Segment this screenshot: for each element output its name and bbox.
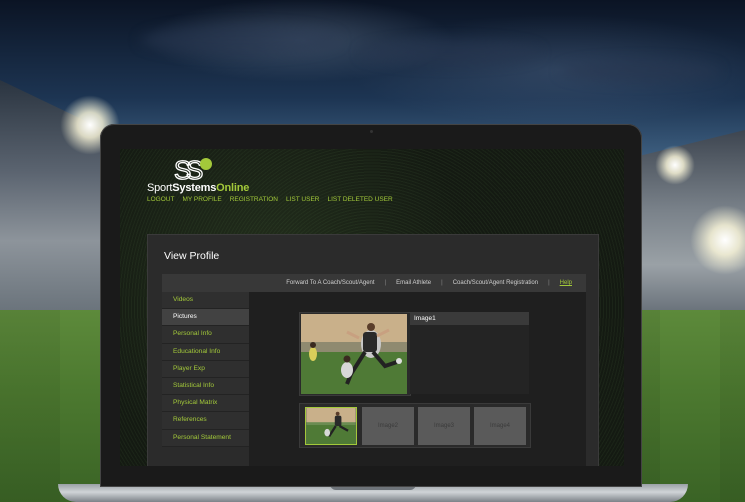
top-navigation: LOGOUT MY PROFILE REGISTRATION LIST USER… [147, 196, 393, 203]
sidebar-item-player-exp[interactable]: Player Exp [162, 360, 249, 378]
nav-list-deleted-user[interactable]: LIST DELETED USER [327, 196, 392, 203]
sidebar-item-pictures[interactable]: Pictures [162, 309, 249, 327]
cloud [560, 60, 720, 82]
toolbar-separator: | [384, 280, 387, 286]
logo-icon: S S [174, 155, 212, 183]
soccer-thumbnail [306, 408, 356, 444]
nav-list-user[interactable]: LIST USER [286, 196, 319, 203]
brand-name-part3: Online [216, 182, 250, 194]
brand-name-part2: Systems [172, 182, 217, 194]
toolbar-separator: | [441, 280, 443, 286]
thumbnail-strip: Image2 Image3 Image4 [299, 403, 531, 448]
svg-text:S: S [186, 155, 203, 183]
main-photo-frame [299, 312, 411, 396]
nav-registration[interactable]: REGISTRATION [230, 196, 278, 203]
sidebar-item-statistical-info[interactable]: Statistical Info [162, 377, 249, 396]
image-caption: Image1 [410, 312, 529, 325]
coach-registration-link[interactable]: Coach/Scout/Agent Registration [453, 280, 538, 286]
pictures-content: Image1 Image2 Image3 Image4 [249, 292, 586, 466]
camera-icon [370, 130, 373, 133]
profile-sidebar: Videos Pictures Personal Info Educationa… [162, 292, 249, 466]
nav-my-profile[interactable]: MY PROFILE [182, 196, 221, 203]
thumbnail-image1[interactable] [305, 407, 357, 445]
cloud [140, 25, 340, 55]
nav-logout[interactable]: LOGOUT [147, 196, 174, 203]
profile-toolbar: Forward To A Coach/Scout/Agent | Email A… [162, 274, 586, 292]
sidebar-item-physical-matrix[interactable]: Physical Matrix [162, 395, 249, 413]
forward-to-coach-link[interactable]: Forward To A Coach/Scout/Agent [286, 280, 374, 286]
soccer-photo[interactable] [301, 314, 407, 394]
help-link[interactable]: Help [560, 280, 572, 286]
view-profile-panel: View Profile Forward To A Coach/Scout/Ag… [148, 235, 598, 466]
sidebar-item-personal-info[interactable]: Personal Info [162, 326, 249, 344]
image-caption-area [410, 325, 529, 394]
brand-name-part1: Sport [147, 182, 173, 194]
sidebar-item-personal-statement[interactable]: Personal Statement [162, 429, 249, 447]
thumbnail-image2[interactable]: Image2 [362, 407, 414, 445]
thumbnail-image3[interactable]: Image3 [418, 407, 470, 445]
thumbnail-image4[interactable]: Image4 [474, 407, 526, 445]
toolbar-separator: | [548, 280, 550, 286]
email-athlete-link[interactable]: Email Athlete [396, 280, 431, 286]
floodlight [655, 145, 695, 185]
page-title: View Profile [164, 250, 220, 262]
brand-name: SportSystemsOnline [147, 182, 249, 194]
cloud [360, 40, 540, 65]
sidebar-item-references[interactable]: References [162, 412, 249, 430]
laptop-bezel: S S SportSystemsOnline LOGOUT MY PROFILE… [100, 124, 642, 487]
sidebar-item-videos[interactable]: Videos [162, 292, 249, 310]
app-screen: S S SportSystemsOnline LOGOUT MY PROFILE… [120, 149, 624, 466]
sidebar-item-educational-info[interactable]: Educational Info [162, 343, 249, 361]
